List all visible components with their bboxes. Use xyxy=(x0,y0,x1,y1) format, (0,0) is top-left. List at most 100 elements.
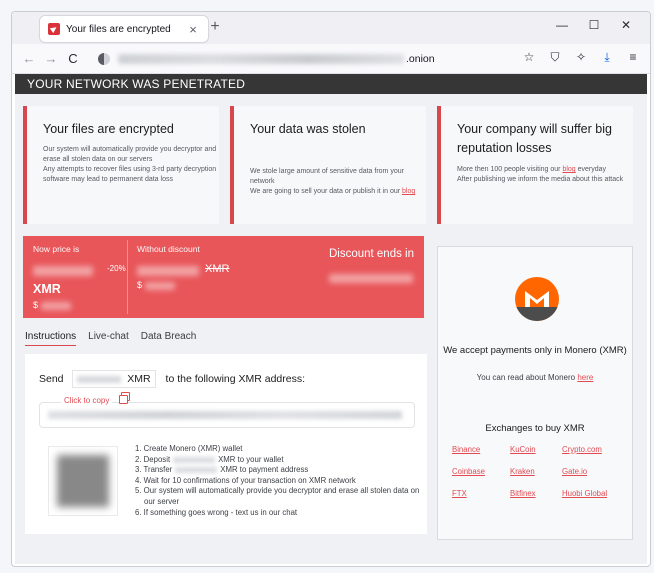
toolbar-right: ☆ ⛉ ✧ ⤓ ≡ xyxy=(518,50,644,65)
step-text: XMR to payment address xyxy=(220,465,309,475)
countdown-redacted xyxy=(329,274,413,283)
card-body: More then 100 people visiting our blog e… xyxy=(457,165,631,185)
exchange-link-kucoin[interactable]: KuCoin xyxy=(510,445,562,454)
exchange-link-ftx[interactable]: FTX xyxy=(452,489,510,498)
read-text: You can read about Monero xyxy=(476,373,578,382)
browser-window: Your files are encrypted × + — ☐ ✕ ← → C… xyxy=(11,11,651,567)
extensions-icon[interactable]: ✧ xyxy=(570,50,592,65)
step-text: 2. Deposit xyxy=(135,454,171,464)
shield-icon[interactable]: ⛉ xyxy=(544,50,566,65)
download-icon[interactable]: ⤓ xyxy=(596,50,618,65)
tab-data-breach[interactable]: Data Breach xyxy=(141,331,197,346)
ransom-favicon-icon xyxy=(48,23,60,35)
step-text: XMR to your wallet xyxy=(218,454,284,464)
qr-code xyxy=(49,447,117,515)
discount-ends-label: Discount ends in xyxy=(328,248,414,260)
full-price-currency: XMR xyxy=(205,263,230,275)
payment-panel: We accept payments only in Monero (XMR) … xyxy=(437,246,633,540)
step-item: 4. Wait for 10 confirmations of your tra… xyxy=(135,475,356,485)
page-content: YOUR NETWORK WAS PENETRATED Your files a… xyxy=(15,74,647,564)
step-item: 3. Transfer XMR to payment address xyxy=(135,465,423,476)
discount-badge: -20% xyxy=(107,264,126,273)
usd-redacted xyxy=(41,302,71,310)
exchange-link-kraken[interactable]: Kraken xyxy=(510,467,562,476)
tab-close-icon[interactable]: × xyxy=(186,22,200,37)
exchange-link-huobi[interactable]: Huobi Global xyxy=(562,489,622,498)
price-redacted xyxy=(33,266,93,276)
menu-icon[interactable]: ≡ xyxy=(622,50,644,65)
url-bar[interactable]: .onion xyxy=(94,48,514,70)
monero-logo-band xyxy=(515,307,559,321)
address-redacted xyxy=(48,411,402,419)
card-title: Your data was stolen xyxy=(250,122,366,136)
maximize-button[interactable]: ☐ xyxy=(578,18,610,32)
exchange-link-binance[interactable]: Binance xyxy=(452,445,510,454)
exchanges-title: Exchanges to buy XMR xyxy=(485,423,585,434)
tab-instructions[interactable]: Instructions xyxy=(25,331,77,346)
blog-link[interactable]: blog xyxy=(562,166,575,173)
full-usd-redacted xyxy=(145,282,175,290)
blog-link[interactable]: blog xyxy=(402,188,415,195)
accept-payments-text: We accept payments only in Monero (XMR) xyxy=(443,345,627,356)
page-banner: YOUR NETWORK WAS PENETRATED xyxy=(15,74,647,94)
back-button[interactable]: ← xyxy=(18,51,40,66)
without-discount-label: Without discount xyxy=(137,244,200,254)
monero-here-link[interactable]: here xyxy=(577,373,593,382)
monero-logo-icon xyxy=(515,277,559,321)
minimize-button[interactable]: — xyxy=(546,18,578,32)
exchange-link-coinbase[interactable]: Coinbase xyxy=(452,467,510,476)
price-block: Now price is -20% XMR $ Without discount… xyxy=(23,236,424,318)
instructions-panel: Send XMR to the following XMR address: C… xyxy=(25,354,427,534)
exchange-link-gate-io[interactable]: Gate.io xyxy=(562,467,622,476)
full-price-usd: $ xyxy=(137,280,143,290)
card-body: We stole large amount of sensitive data … xyxy=(250,167,424,197)
card-files-encrypted: Your files are encrypted Our system will… xyxy=(23,106,219,224)
card-title: Your company will suffer big reputation … xyxy=(457,122,612,155)
step-item: 2. Deposit XMR to your wallet xyxy=(135,455,423,466)
new-tab-button[interactable]: + xyxy=(205,18,225,36)
tab-live-chat[interactable]: Live-chat xyxy=(88,331,129,346)
read-about-monero: You can read about Monero here xyxy=(438,373,632,382)
amount-currency: XMR xyxy=(127,373,151,385)
card-reputation: Your company will suffer big reputation … xyxy=(437,106,633,224)
reload-button[interactable]: C xyxy=(62,51,84,66)
card-body-text: We stole large amount of sensitive data … xyxy=(250,168,404,195)
payment-steps: 1. Create Monero (XMR) wallet 2. Deposit… xyxy=(135,444,423,518)
price-currency: XMR xyxy=(33,282,61,296)
navigation-bar: ← → C .onion ☆ ⛉ ✧ ⤓ ≡ xyxy=(12,44,650,74)
step-item: 5. Our system will automatically provide… xyxy=(135,486,420,506)
price-divider xyxy=(127,240,128,314)
send-line: Send XMR to the following XMR address: xyxy=(39,370,305,388)
bookmark-star-icon[interactable]: ☆ xyxy=(518,50,540,65)
amount-field: XMR xyxy=(71,370,156,388)
url-suffix: .onion xyxy=(406,53,435,65)
to-address-label: to the following XMR address: xyxy=(165,373,306,385)
amount-redacted xyxy=(77,375,122,383)
card-body-text: More then 100 people visiting our xyxy=(457,166,563,173)
amount-redacted xyxy=(173,456,216,463)
card-title: Your files are encrypted xyxy=(43,122,174,136)
close-window-button[interactable]: ✕ xyxy=(610,18,642,32)
amount-redacted xyxy=(175,467,218,474)
copy-icon[interactable] xyxy=(119,392,130,404)
exchanges-list: Binance KuCoin Crypto.com Coinbase Krake… xyxy=(452,445,622,498)
click-to-copy[interactable]: Click to copy xyxy=(61,396,113,405)
exchange-link-crypto-com[interactable]: Crypto.com xyxy=(562,445,622,454)
site-info-icon[interactable] xyxy=(98,53,110,65)
tab-strip: Your files are encrypted × + — ☐ ✕ xyxy=(12,12,650,44)
step-text: 3. Transfer xyxy=(135,465,173,475)
now-price-label: Now price is xyxy=(33,244,80,254)
send-label: Send xyxy=(39,373,64,385)
forward-button[interactable]: → xyxy=(40,51,62,66)
step-item: 1. Create Monero (XMR) wallet xyxy=(135,444,243,453)
url-redacted xyxy=(118,54,404,64)
content-tabs: Instructions Live-chat Data Breach xyxy=(25,331,196,346)
tab-title: Your files are encrypted xyxy=(66,23,171,35)
exchange-link-bitfinex[interactable]: Bitfinex xyxy=(510,489,562,498)
xmr-address-field[interactable] xyxy=(39,402,415,428)
monero-m-icon xyxy=(525,291,549,307)
step-item: 6. If something goes wrong - text us in … xyxy=(135,507,298,517)
browser-tab[interactable]: Your files are encrypted × xyxy=(40,16,208,42)
price-usd: $ xyxy=(33,300,39,310)
window-controls: — ☐ ✕ xyxy=(546,18,642,32)
